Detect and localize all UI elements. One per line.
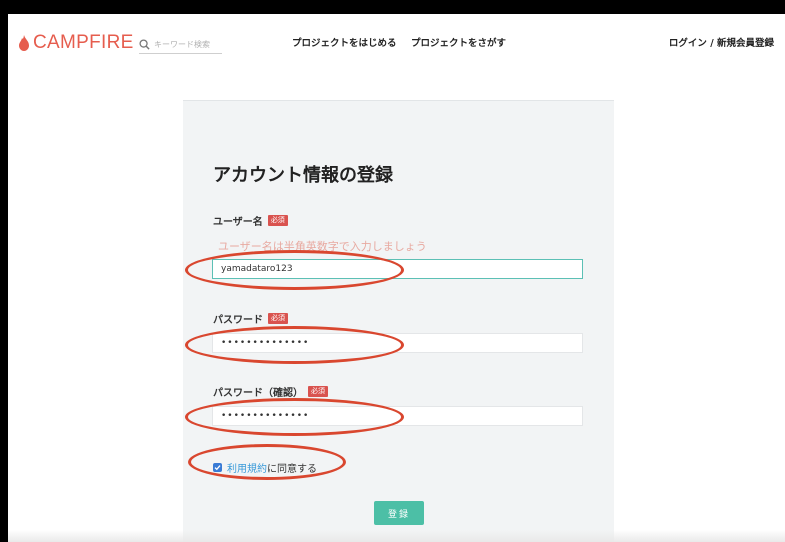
search-icon [139, 38, 150, 50]
username-label-row: ユーザー名 必須 [213, 213, 288, 228]
register-button[interactable]: 登録 [374, 501, 424, 525]
password-confirm-label: パスワード（確認） [213, 388, 303, 399]
registration-form-card: アカウント情報の登録 ユーザー名 必須 ユーザー名は半角英数字で入力しましょう … [183, 100, 614, 542]
page-title: アカウント情報の登録 [213, 165, 393, 186]
required-badge: 必須 [267, 215, 288, 226]
flame-icon [19, 35, 29, 51]
logo-text: CAMPFIRE [33, 32, 134, 53]
nav-start-project[interactable]: プロジェクトをはじめる [292, 35, 397, 49]
browser-frame: CAMPFIRE キーワード検索 プロジェクトをはじめる プロジェクトをさがす … [8, 14, 785, 542]
password-label-row: パスワード 必須 [213, 311, 288, 326]
page-bottom-shadow [8, 530, 785, 542]
required-badge: 必須 [308, 386, 328, 397]
password-confirm-input[interactable]: •••••••••••••• [212, 406, 583, 426]
terms-link[interactable]: 利用規約 [227, 460, 267, 475]
campfire-logo[interactable]: CAMPFIRE [18, 33, 134, 53]
username-hint: ユーザー名は半角英数字で入力しましょう [218, 240, 427, 253]
password-confirm-label-row: パスワード（確認） 必須 [213, 384, 328, 399]
search-placeholder: キーワード検索 [154, 39, 210, 49]
agree-checkbox[interactable] [213, 463, 222, 472]
required-badge: 必須 [268, 313, 288, 324]
login-register-link[interactable]: ログイン / 新規会員登録 [669, 35, 774, 49]
username-label: ユーザー名 [213, 217, 263, 228]
username-input[interactable] [212, 259, 583, 279]
search-box[interactable]: キーワード検索 [139, 35, 222, 54]
terms-agreement: 利用規約 に同意する [213, 460, 317, 475]
password-label: パスワード [213, 315, 263, 326]
agree-text: に同意する [267, 464, 317, 475]
check-icon [214, 465, 221, 471]
nav-find-project[interactable]: プロジェクトをさがす [411, 35, 506, 49]
password-input[interactable]: •••••••••••••• [212, 333, 583, 353]
site-header: CAMPFIRE キーワード検索 プロジェクトをはじめる プロジェクトをさがす … [8, 14, 785, 74]
